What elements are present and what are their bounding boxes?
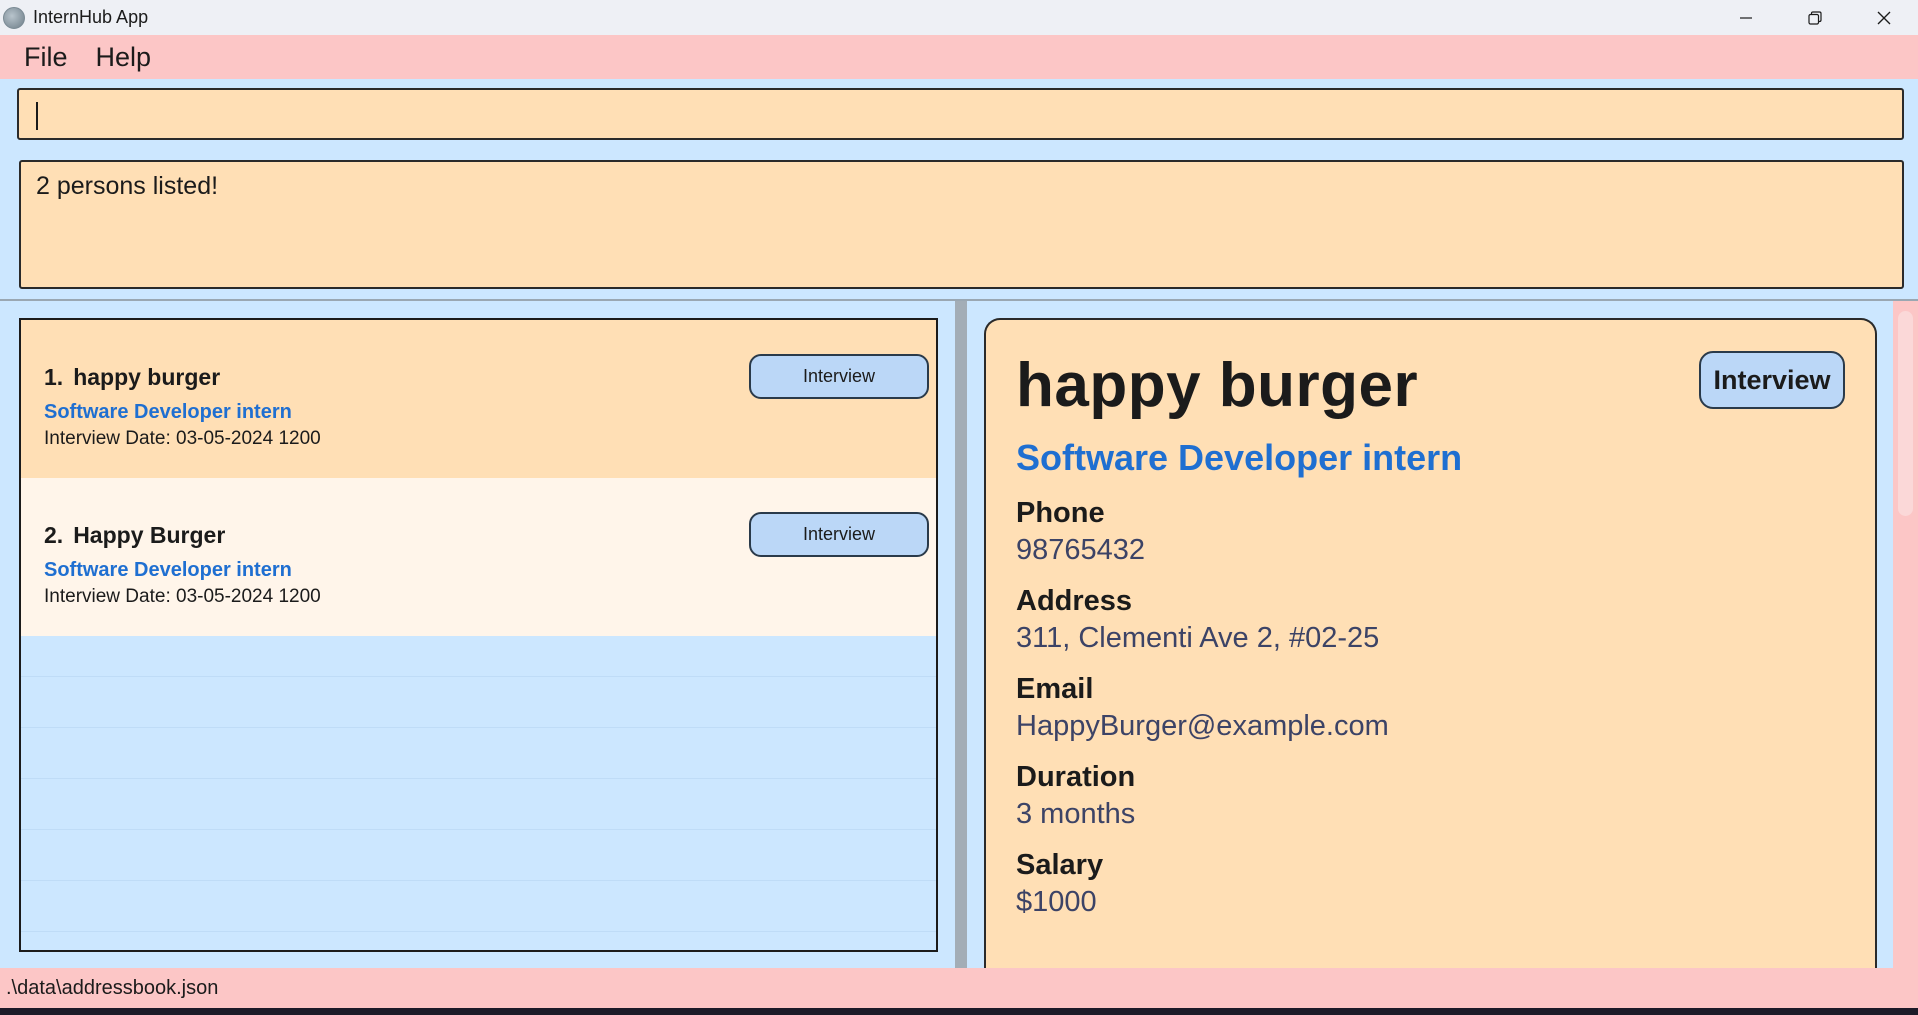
close-button[interactable] [1849, 0, 1918, 35]
card-index: 1. [44, 364, 64, 390]
card-role: Software Developer intern [44, 401, 292, 423]
command-box [17, 88, 1904, 140]
detail-scrollbar[interactable] [1893, 301, 1918, 968]
window-title: InternHub App [33, 7, 149, 27]
menu-file[interactable]: File [24, 42, 68, 73]
card-role: Software Developer intern [44, 559, 292, 581]
result-message: 2 persons listed! [36, 172, 219, 200]
field-label: Email [1016, 673, 1094, 705]
menu-help[interactable]: Help [96, 42, 152, 73]
person-card[interactable]: 1. happy burger Software Developer intern… [21, 320, 936, 478]
detail-role: Software Developer intern [1016, 437, 1463, 478]
detail-field-salary: Salary $1000 [1016, 849, 1875, 919]
menu-bar: File Help [0, 35, 1918, 79]
result-display: 2 persons listed! [19, 160, 1904, 289]
scroll-thumb[interactable] [1898, 311, 1913, 516]
card-interview-date: Interview Date: 03-05-2024 1200 [44, 586, 321, 607]
field-label: Phone [1016, 497, 1105, 529]
minimize-button[interactable] [1711, 0, 1780, 35]
command-input[interactable] [19, 90, 1902, 138]
app-logo-icon [3, 6, 25, 29]
restore-button[interactable] [1780, 0, 1849, 35]
detail-field-email: Email HappyBurger@example.com [1016, 673, 1875, 743]
taskbar-edge [0, 1008, 1918, 1015]
field-value: $1000 [1016, 886, 1097, 918]
person-list-panel[interactable]: 1. happy burger Software Developer intern… [19, 318, 938, 952]
card-name: happy burger [73, 364, 221, 390]
status-bar: .\data\addressbook.json [0, 968, 1918, 1008]
person-card[interactable]: 2. Happy Burger Software Developer intern… [21, 478, 936, 636]
restore-icon [1807, 10, 1822, 25]
person-detail-panel: happy burger Interview Software Develope… [984, 318, 1877, 968]
card-index: 2. [44, 522, 64, 548]
detail-interview-tag: Interview [1699, 351, 1845, 409]
card-name: Happy Burger [73, 522, 226, 548]
window-controls [1711, 0, 1918, 35]
field-label: Duration [1016, 761, 1136, 793]
field-label: Address [1016, 585, 1133, 617]
field-value: 3 months [1016, 798, 1136, 830]
minimize-icon [1739, 16, 1752, 19]
close-icon [1877, 11, 1890, 24]
field-value: HappyBurger@example.com [1016, 710, 1389, 742]
card-interview-date: Interview Date: 03-05-2024 1200 [44, 428, 321, 449]
interview-tag: Interview [749, 512, 929, 557]
split-pane-divider[interactable] [955, 301, 967, 968]
field-value: 98765432 [1016, 534, 1146, 566]
interview-tag: Interview [749, 354, 929, 399]
detail-field-address: Address 311, Clementi Ave 2, #02-25 [1016, 585, 1875, 655]
field-label: Salary [1016, 849, 1104, 881]
title-bar: InternHub App [0, 0, 1918, 35]
status-file-path: .\data\addressbook.json [6, 976, 219, 999]
detail-field-phone: Phone 98765432 [1016, 497, 1875, 567]
text-caret [36, 102, 38, 130]
detail-field-duration: Duration 3 months [1016, 761, 1875, 831]
field-value: 311, Clementi Ave 2, #02-25 [1016, 622, 1380, 654]
